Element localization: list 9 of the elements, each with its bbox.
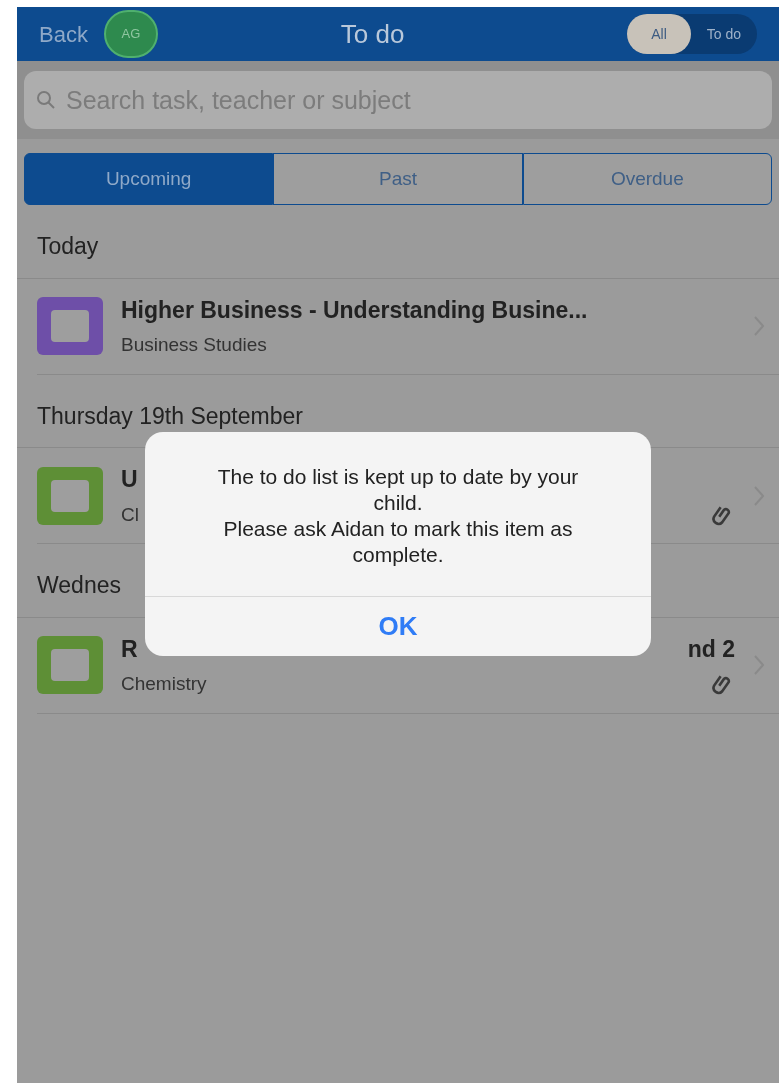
task-subject: Chemistry [121, 672, 207, 696]
task-title: U [121, 465, 138, 494]
task-subject: Cl [121, 502, 139, 527]
task-title: Higher Business - Understanding Busine... [121, 295, 588, 325]
task-title: nd 2 [687, 634, 735, 664]
task-title: R [121, 634, 138, 664]
task-subject: Business Studies [121, 333, 267, 357]
screen-title: To do [339, 17, 406, 51]
section-heading: Today [17, 205, 779, 279]
